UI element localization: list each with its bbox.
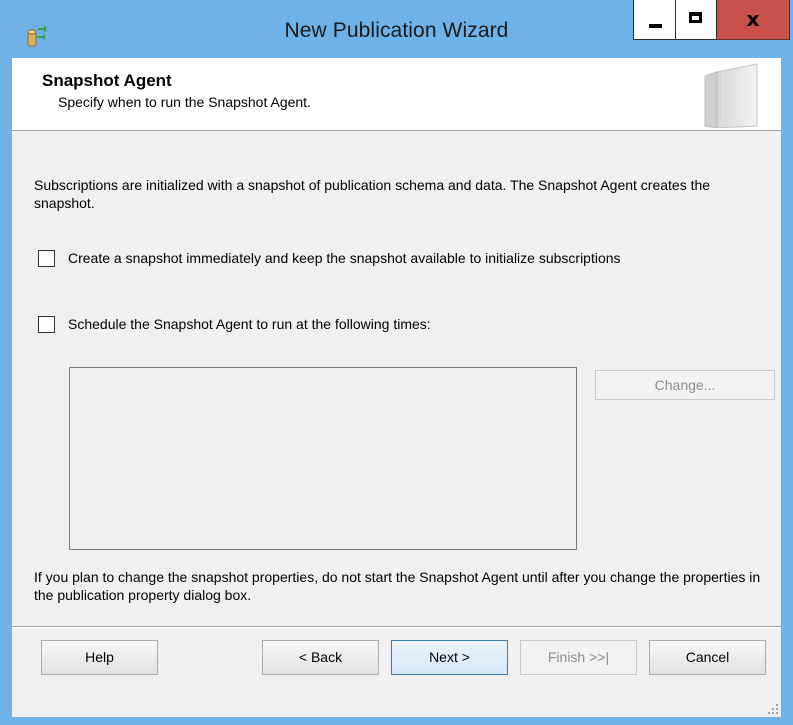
create-snapshot-label[interactable]: Create a snapshot immediately and keep t…: [68, 250, 621, 266]
minimize-button[interactable]: [633, 0, 675, 40]
wizard-header: Snapshot Agent Specify when to run the S…: [12, 58, 781, 131]
title-bar[interactable]: New Publication Wizard x: [0, 0, 793, 58]
minimize-icon: [649, 24, 662, 28]
close-button[interactable]: x: [717, 0, 790, 40]
wizard-book-graphic: [704, 63, 758, 128]
resize-grip-icon[interactable]: [767, 703, 779, 715]
schedule-description-box: [69, 367, 577, 550]
page-subtitle: Specify when to run the Snapshot Agent.: [58, 94, 311, 110]
maximize-icon: [689, 12, 702, 23]
finish-button[interactable]: Finish >>|: [520, 640, 637, 675]
snapshot-note: If you plan to change the snapshot prope…: [34, 569, 761, 603]
next-button[interactable]: Next >: [391, 640, 508, 675]
back-button[interactable]: < Back: [262, 640, 379, 675]
page-title: Snapshot Agent: [42, 71, 172, 90]
create-snapshot-checkbox[interactable]: [38, 250, 55, 267]
intro-text: Subscriptions are initialized with a sna…: [34, 177, 711, 211]
wizard-body: Snapshot Agent Specify when to run the S…: [12, 58, 781, 717]
wizard-window: New Publication Wizard x Snapshot Agent …: [0, 0, 793, 725]
help-button[interactable]: Help: [41, 640, 158, 675]
schedule-agent-checkbox[interactable]: [38, 316, 55, 333]
close-icon: x: [746, 7, 760, 31]
maximize-button[interactable]: [675, 0, 717, 40]
change-schedule-button[interactable]: Change...: [595, 370, 775, 400]
schedule-agent-label[interactable]: Schedule the Snapshot Agent to run at th…: [68, 316, 431, 332]
cancel-button[interactable]: Cancel: [649, 640, 766, 675]
